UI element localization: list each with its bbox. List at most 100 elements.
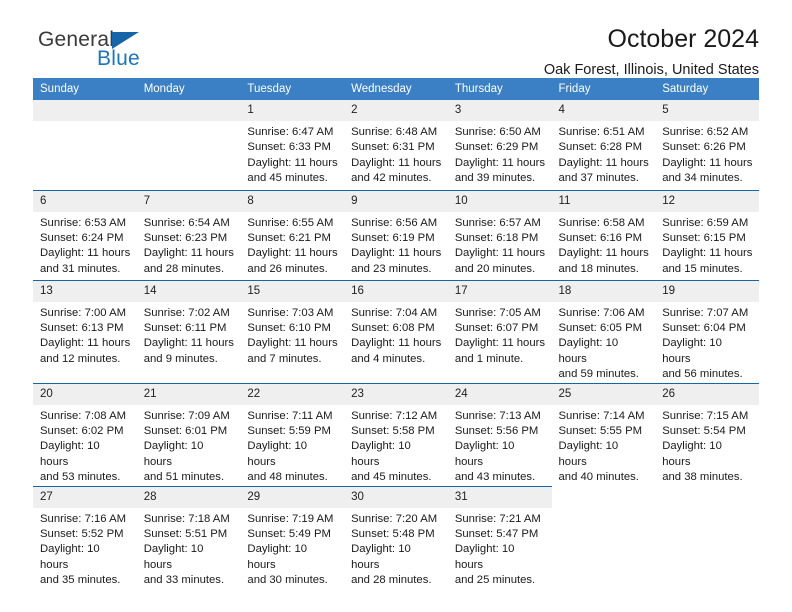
calendar-empty-cell xyxy=(33,100,137,190)
daylight-text-cont: and 7 minutes. xyxy=(247,352,322,365)
daylight-text: Daylight: 10 hours xyxy=(40,440,100,468)
day-number: 8 xyxy=(240,190,345,212)
sunrise-text: Sunrise: 7:20 AM xyxy=(351,512,438,525)
day-details: Sunrise: 7:20 AM Sunset: 5:48 PM Daylight:… xyxy=(344,508,448,589)
daylight-text: Daylight: 10 hours xyxy=(143,440,204,468)
day-number: 9 xyxy=(344,190,448,212)
day-number: 1 xyxy=(240,100,345,121)
calendar-day-cell[interactable]: 7 Sunrise: 6:54 AM Sunset: 6:23 PM Daylight… xyxy=(136,189,241,280)
sunset-text: Sunset: 5:58 PM xyxy=(351,424,435,437)
sunset-text: Sunset: 6:16 PM xyxy=(558,231,643,244)
day-number: 20 xyxy=(33,383,137,405)
day-details: Sunrise: 7:16 AM Sunset: 5:52 PM Daylight:… xyxy=(33,508,137,589)
daylight-text: Daylight: 11 hours xyxy=(40,247,131,260)
calendar-day-cell[interactable]: 22 Sunrise: 7:11 AM Sunset: 5:59 PM Dayligh… xyxy=(240,382,345,487)
sunset-text: Sunset: 6:24 PM xyxy=(40,231,124,244)
daylight-text-cont: and 51 minutes. xyxy=(143,471,225,484)
sunrise-text: Sunrise: 6:53 AM xyxy=(40,216,127,229)
calendar-day-cell[interactable]: 4 Sunrise: 6:51 AM Sunset: 6:28 PM Daylight… xyxy=(551,100,656,190)
day-number: 30 xyxy=(344,486,448,508)
daylight-text-cont: and 42 minutes. xyxy=(351,172,432,185)
calendar-day-cell[interactable]: 12 Sunrise: 6:59 AM Sunset: 6:15 PM Dayligh… xyxy=(655,189,759,280)
calendar-week-row: 13 Sunrise: 7:00 AM Sunset: 6:13 PM Dayligh… xyxy=(33,279,759,384)
calendar-day-cell[interactable]: 3 Sunrise: 6:50 AM Sunset: 6:29 PM Daylight… xyxy=(447,100,552,190)
day-details: Sunrise: 6:57 AM Sunset: 6:18 PM Daylight:… xyxy=(448,212,552,278)
sunrise-sunset-calendar: Sunday Monday Tuesday Wednesday Thursday… xyxy=(33,78,759,589)
sunrise-text: Sunrise: 7:11 AM xyxy=(247,409,333,422)
sunrise-text: Sunrise: 7:09 AM xyxy=(143,409,230,422)
daylight-text: Daylight: 11 hours xyxy=(40,337,131,350)
calendar-day-cell[interactable]: 31 Sunrise: 7:21 AM Sunset: 5:47 PM Dayligh… xyxy=(447,485,552,589)
calendar-day-cell[interactable]: 19 Sunrise: 7:07 AM Sunset: 6:04 PM Dayligh… xyxy=(655,279,759,384)
day-number: 11 xyxy=(551,190,656,212)
daylight-text-cont: and 43 minutes. xyxy=(454,471,536,484)
calendar-day-cell[interactable]: 8 Sunrise: 6:55 AM Sunset: 6:21 PM Daylight… xyxy=(240,189,345,280)
sunrise-text: Sunrise: 6:47 AM xyxy=(247,126,334,138)
sunset-text: Sunset: 6:07 PM xyxy=(454,321,539,334)
calendar-day-cell[interactable]: 26 Sunrise: 7:15 AM Sunset: 5:54 PM Dayligh… xyxy=(655,382,759,487)
sunset-text: Sunset: 6:28 PM xyxy=(558,141,643,154)
day-number: 14 xyxy=(136,280,241,302)
calendar-day-cell[interactable]: 2 Sunrise: 6:48 AM Sunset: 6:31 PM Daylight… xyxy=(344,100,448,190)
general-blue-logo[interactable]: General Blue xyxy=(38,28,238,76)
calendar-day-cell[interactable]: 18 Sunrise: 7:06 AM Sunset: 6:05 PM Dayligh… xyxy=(551,279,656,384)
daylight-text: Daylight: 11 hours xyxy=(247,156,338,169)
calendar-day-cell[interactable]: 27 Sunrise: 7:16 AM Sunset: 5:52 PM Dayligh… xyxy=(33,485,137,589)
day-number xyxy=(655,486,759,507)
calendar-day-cell[interactable]: 23 Sunrise: 7:12 AM Sunset: 5:58 PM Dayligh… xyxy=(344,382,448,487)
day-details: Sunrise: 7:18 AM Sunset: 5:51 PM Daylight:… xyxy=(137,508,241,589)
calendar-day-cell[interactable]: 30 Sunrise: 7:20 AM Sunset: 5:48 PM Dayligh… xyxy=(344,485,448,589)
day-number: 17 xyxy=(447,280,552,302)
calendar-day-cell[interactable]: 24 Sunrise: 7:13 AM Sunset: 5:56 PM Dayligh… xyxy=(447,382,552,487)
daylight-text: Daylight: 11 hours xyxy=(351,337,442,350)
calendar-day-cell[interactable]: 14 Sunrise: 7:02 AM Sunset: 6:11 PM Dayligh… xyxy=(136,279,241,384)
day-number: 2 xyxy=(344,100,448,121)
calendar-day-cell[interactable]: 15 Sunrise: 7:03 AM Sunset: 6:10 PM Dayligh… xyxy=(240,279,345,384)
daylight-text-cont: and 48 minutes. xyxy=(247,471,328,484)
calendar-day-cell[interactable]: 13 Sunrise: 7:00 AM Sunset: 6:13 PM Dayligh… xyxy=(33,279,137,384)
calendar-day-cell[interactable]: 6 Sunrise: 6:53 AM Sunset: 6:24 PM Daylight… xyxy=(33,189,137,280)
daylight-text: Daylight: 10 hours xyxy=(351,440,411,468)
day-details: Sunrise: 7:06 AM Sunset: 6:05 PM Daylight:… xyxy=(552,302,656,383)
sunrise-text: Sunrise: 7:15 AM xyxy=(662,409,749,422)
title-block: October 2024 Oak Forest, Illinois, Unite… xyxy=(544,24,759,80)
sunrise-text: Sunrise: 6:55 AM xyxy=(247,216,334,229)
day-details: Sunrise: 6:58 AM Sunset: 6:16 PM Daylight:… xyxy=(552,212,656,278)
sunrise-text: Sunrise: 6:48 AM xyxy=(351,126,438,138)
daylight-text-cont: and 35 minutes. xyxy=(40,574,121,587)
daylight-text-cont: and 37 minutes. xyxy=(558,172,639,185)
daylight-text-cont: and 40 minutes. xyxy=(558,471,639,484)
daylight-text: Daylight: 10 hours xyxy=(247,543,308,571)
daylight-text-cont: and 18 minutes. xyxy=(558,262,639,275)
daylight-text-cont: and 38 minutes. xyxy=(662,471,743,484)
calendar-day-cell[interactable]: 29 Sunrise: 7:19 AM Sunset: 5:49 PM Dayligh… xyxy=(240,485,345,589)
calendar-day-cell[interactable]: 9 Sunrise: 6:56 AM Sunset: 6:19 PM Daylight… xyxy=(344,189,448,280)
day-details: Sunrise: 7:14 AM Sunset: 5:55 PM Daylight:… xyxy=(552,405,656,486)
calendar-day-cell[interactable]: 20 Sunrise: 7:08 AM Sunset: 6:02 PM Dayligh… xyxy=(33,382,137,487)
calendar-day-cell[interactable]: 10 Sunrise: 6:57 AM Sunset: 6:18 PM Dayligh… xyxy=(447,189,552,280)
calendar-day-cell[interactable]: 28 Sunrise: 7:18 AM Sunset: 5:51 PM Dayligh… xyxy=(136,485,241,589)
day-number xyxy=(552,486,656,507)
sunset-text: Sunset: 5:55 PM xyxy=(558,424,643,437)
day-details: Sunrise: 6:53 AM Sunset: 6:24 PM Daylight:… xyxy=(33,212,137,278)
day-number: 4 xyxy=(551,100,656,121)
calendar-day-cell[interactable]: 11 Sunrise: 6:58 AM Sunset: 6:16 PM Dayligh… xyxy=(551,189,656,280)
day-details: Sunrise: 7:19 AM Sunset: 5:49 PM Daylight:… xyxy=(240,508,344,589)
day-details: Sunrise: 6:50 AM Sunset: 6:29 PM Daylight:… xyxy=(448,121,552,187)
day-details: Sunrise: 6:59 AM Sunset: 6:15 PM Daylight:… xyxy=(655,212,759,278)
calendar-day-cell[interactable]: 5 Sunrise: 6:52 AM Sunset: 6:26 PM Daylight… xyxy=(655,100,759,190)
day-details: Sunrise: 7:13 AM Sunset: 5:56 PM Daylight:… xyxy=(448,405,552,486)
calendar-day-cell[interactable]: 25 Sunrise: 7:14 AM Sunset: 5:55 PM Dayligh… xyxy=(551,382,656,487)
day-details: Sunrise: 7:02 AM Sunset: 6:11 PM Daylight:… xyxy=(137,302,241,368)
daylight-text: Daylight: 10 hours xyxy=(247,440,308,468)
calendar-day-cell[interactable]: 21 Sunrise: 7:09 AM Sunset: 6:01 PM Dayligh… xyxy=(136,382,241,487)
sunset-text: Sunset: 6:08 PM xyxy=(351,321,435,334)
day-details: Sunrise: 7:00 AM Sunset: 6:13 PM Daylight:… xyxy=(33,302,137,368)
daylight-text: Daylight: 10 hours xyxy=(454,543,515,571)
calendar-day-cell[interactable]: 16 Sunrise: 7:04 AM Sunset: 6:08 PM Dayligh… xyxy=(344,279,448,384)
calendar-day-cell[interactable]: 1 Sunrise: 6:47 AM Sunset: 6:33 PM Daylight… xyxy=(240,100,345,190)
daylight-text-cont: and 45 minutes. xyxy=(351,471,432,484)
daylight-text-cont: and 33 minutes. xyxy=(143,574,225,587)
calendar-day-cell[interactable]: 17 Sunrise: 7:05 AM Sunset: 6:07 PM Dayligh… xyxy=(447,279,552,384)
day-details: Sunrise: 7:03 AM Sunset: 6:10 PM Daylight:… xyxy=(240,302,344,368)
